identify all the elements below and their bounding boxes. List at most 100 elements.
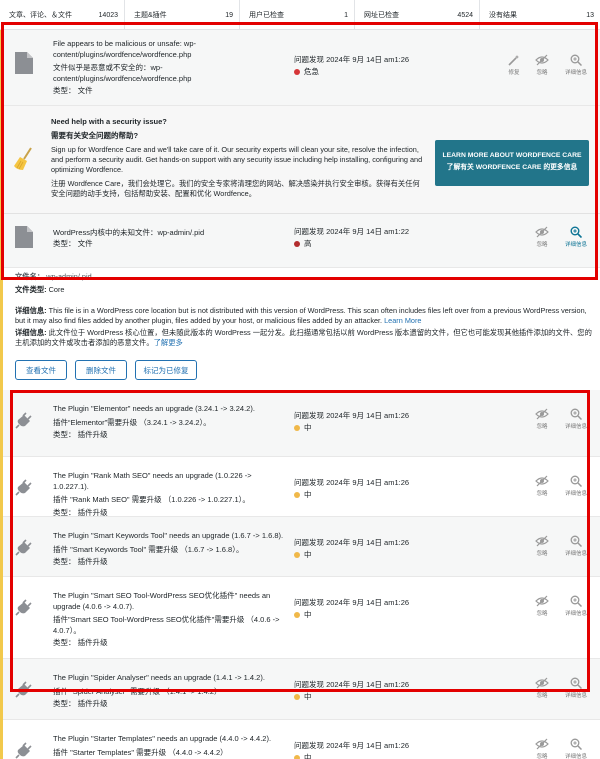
issue-found-info: 问题发现 2024年 9月 14日 am1:26 中	[294, 598, 410, 619]
stat-posts-files: 文章、评论、＆文件 14023	[0, 0, 125, 30]
zoom-icon	[570, 475, 582, 487]
issue-description: The Plugin "Starter Templates" needs an …	[53, 734, 272, 757]
medium-severity-dot	[294, 755, 300, 759]
details-button[interactable]: 详细信息	[563, 677, 589, 699]
plugin-icon-wrap	[15, 412, 33, 434]
zoom-icon	[570, 677, 582, 689]
eye-slash-icon	[535, 595, 549, 607]
details-info-en: 详细信息: This file is in a WordPress core l…	[15, 306, 587, 325]
zoom-icon	[570, 54, 582, 66]
details-button[interactable]: 详细信息	[563, 535, 589, 557]
ignore-button[interactable]: 忽略	[529, 595, 555, 617]
ignore-button[interactable]: 忽略	[529, 475, 555, 497]
zoom-icon	[570, 408, 582, 420]
plugin-icon	[15, 599, 32, 616]
ignore-button[interactable]: 忽略	[529, 54, 555, 76]
issue-card-malicious-file[interactable]: File appears to be malicious or unsafe: …	[3, 30, 600, 106]
plugin-upgrade-issue[interactable]: The Plugin "Rank Math SEO" needs an upgr…	[3, 457, 600, 517]
plugin-icon-wrap	[15, 681, 33, 703]
high-severity-dot	[294, 241, 300, 247]
plugin-icon-wrap	[15, 539, 33, 561]
issue-found-info: 问题发现 2024年 9月 14日 am1:22 高	[294, 227, 410, 248]
magic-wand-icon	[508, 55, 519, 66]
issue-found-info: 问题发现 2024年 9月 14日 am1:26 中	[294, 478, 410, 499]
eye-slash-icon	[535, 475, 549, 487]
issue-description: The Plugin "Elementor" needs an upgrade …	[53, 404, 255, 439]
issue-description: The Plugin "Spider Analyser" needs an up…	[53, 673, 265, 708]
plugin-icon	[15, 412, 32, 429]
ignore-button[interactable]: 忽略	[529, 677, 555, 699]
broom-icon	[14, 147, 32, 170]
issue-description: WordPress内核中的未知文件：wp-admin/.pid 类型： 文件	[53, 228, 205, 248]
plugin-upgrade-issue[interactable]: The Plugin "Spider Analyser" needs an up…	[3, 659, 600, 720]
plugin-icon-wrap	[15, 742, 33, 759]
wordfence-care-promo: Need help with a security issue? 需要有关安全问…	[3, 106, 600, 214]
help-heading-cn: 需要有关安全问题的帮助?	[51, 131, 139, 140]
zoom-icon	[570, 226, 582, 238]
medium-severity-dot	[294, 425, 300, 431]
delete-file-button[interactable]: 删除文件	[75, 360, 127, 380]
learn-more-link[interactable]: Learn More	[384, 316, 421, 325]
learn-more-wordfence-care-button[interactable]: LEARN MORE ABOUT WORDFENCE CARE 了解有关 WOR…	[435, 140, 589, 186]
file-icon	[15, 226, 33, 248]
details-filetype: 文件类型: Core	[15, 285, 65, 294]
issue-found-info: 问题发现 2024年 9月 14日 am1:26 中	[294, 680, 410, 701]
issue-card-unknown-file[interactable]: WordPress内核中的未知文件：wp-admin/.pid 类型： 文件 问…	[3, 214, 600, 268]
plugin-icon	[15, 539, 32, 556]
medium-severity-dot	[294, 492, 300, 498]
stat-no-results: 没有结果 13	[489, 11, 594, 20]
critical-severity-dot	[294, 69, 300, 75]
plugin-upgrade-issue[interactable]: The Plugin "Elementor" needs an upgrade …	[3, 390, 600, 457]
eye-slash-icon	[535, 54, 549, 66]
stat-users-checked: 用户已检查 1	[240, 0, 355, 30]
eye-slash-icon	[535, 408, 549, 420]
medium-severity-dot	[294, 694, 300, 700]
ignore-button[interactable]: 忽略	[529, 738, 555, 759]
plugin-upgrade-issue[interactable]: The Plugin "Smart Keywords Tool" needs a…	[3, 517, 600, 577]
ignore-button[interactable]: 忽略	[529, 226, 555, 248]
help-heading: Need help with a security issue?	[51, 117, 167, 126]
details-filename: 文件名： wp-admin/.pid	[15, 272, 92, 281]
issue-description: The Plugin "Smart SEO Tool-WordPress SEO…	[53, 591, 280, 647]
zoom-icon	[570, 535, 582, 547]
plugin-icon-wrap	[15, 599, 33, 621]
plugin-icon-wrap	[15, 479, 33, 501]
issue-found-info: 问题发现 2024年 9月 14日 am1:26 中	[294, 411, 410, 432]
details-button[interactable]: 详细信息	[563, 738, 589, 759]
repair-button[interactable]: 修复	[501, 54, 527, 76]
medium-severity-dot	[294, 612, 300, 618]
plugin-icon	[15, 479, 32, 496]
stat-urls-checked: 网址已检查 4524	[355, 0, 480, 30]
stat-themes-plugins: 主题&插件 19	[125, 0, 240, 30]
eye-slash-icon	[535, 226, 549, 238]
eye-slash-icon	[535, 535, 549, 547]
zoom-icon	[570, 595, 582, 607]
details-button[interactable]: 详细信息	[563, 408, 589, 430]
zoom-icon	[570, 738, 582, 750]
plugin-icon	[15, 742, 32, 759]
details-button[interactable]: 详细信息	[563, 226, 589, 248]
ignore-button[interactable]: 忽略	[529, 408, 555, 430]
help-paragraph-en: Sign up for Wordfence Care and we'll tak…	[51, 145, 423, 174]
issue-details-panel: 文件名： wp-admin/.pid 文件类型: Core 详细信息: This…	[3, 268, 600, 390]
issue-found-info: 问题发现 2024年 9月 14日 am1:26 中	[294, 538, 410, 559]
file-icon	[15, 52, 33, 74]
plugin-icon	[15, 681, 32, 698]
details-button[interactable]: 详细信息	[563, 595, 589, 617]
mark-fixed-button[interactable]: 标记为已修复	[135, 360, 197, 380]
ignore-button[interactable]: 忽略	[529, 535, 555, 557]
plugin-upgrade-issue[interactable]: The Plugin "Starter Templates" needs an …	[3, 720, 600, 759]
view-file-button[interactable]: 查看文件	[15, 360, 67, 380]
details-info-cn: 详细信息: 此文件位于 WordPress 核心位置，但未随此版本的 WordP…	[15, 328, 592, 347]
eye-slash-icon	[535, 677, 549, 689]
medium-severity-dot	[294, 552, 300, 558]
plugin-upgrade-issue[interactable]: The Plugin "Smart SEO Tool-WordPress SEO…	[3, 577, 600, 659]
issue-found-info: 问题发现 2024年 9月 14日 am1:26 中	[294, 741, 410, 759]
scan-stats-bar: 文章、评论、＆文件 14023 主题&插件 19 用户已检查 1 网址已检查 4524 …	[0, 0, 600, 30]
eye-slash-icon	[535, 738, 549, 750]
issue-description: The Plugin "Rank Math SEO" needs an upgr…	[53, 471, 252, 517]
issue-found-info: 问题发现 2024年 9月 14日 am1:26 危急	[294, 55, 410, 76]
details-button[interactable]: 详细信息	[563, 54, 589, 76]
learn-more-link-cn[interactable]: 了解更多	[154, 338, 183, 347]
details-button[interactable]: 详细信息	[563, 475, 589, 497]
